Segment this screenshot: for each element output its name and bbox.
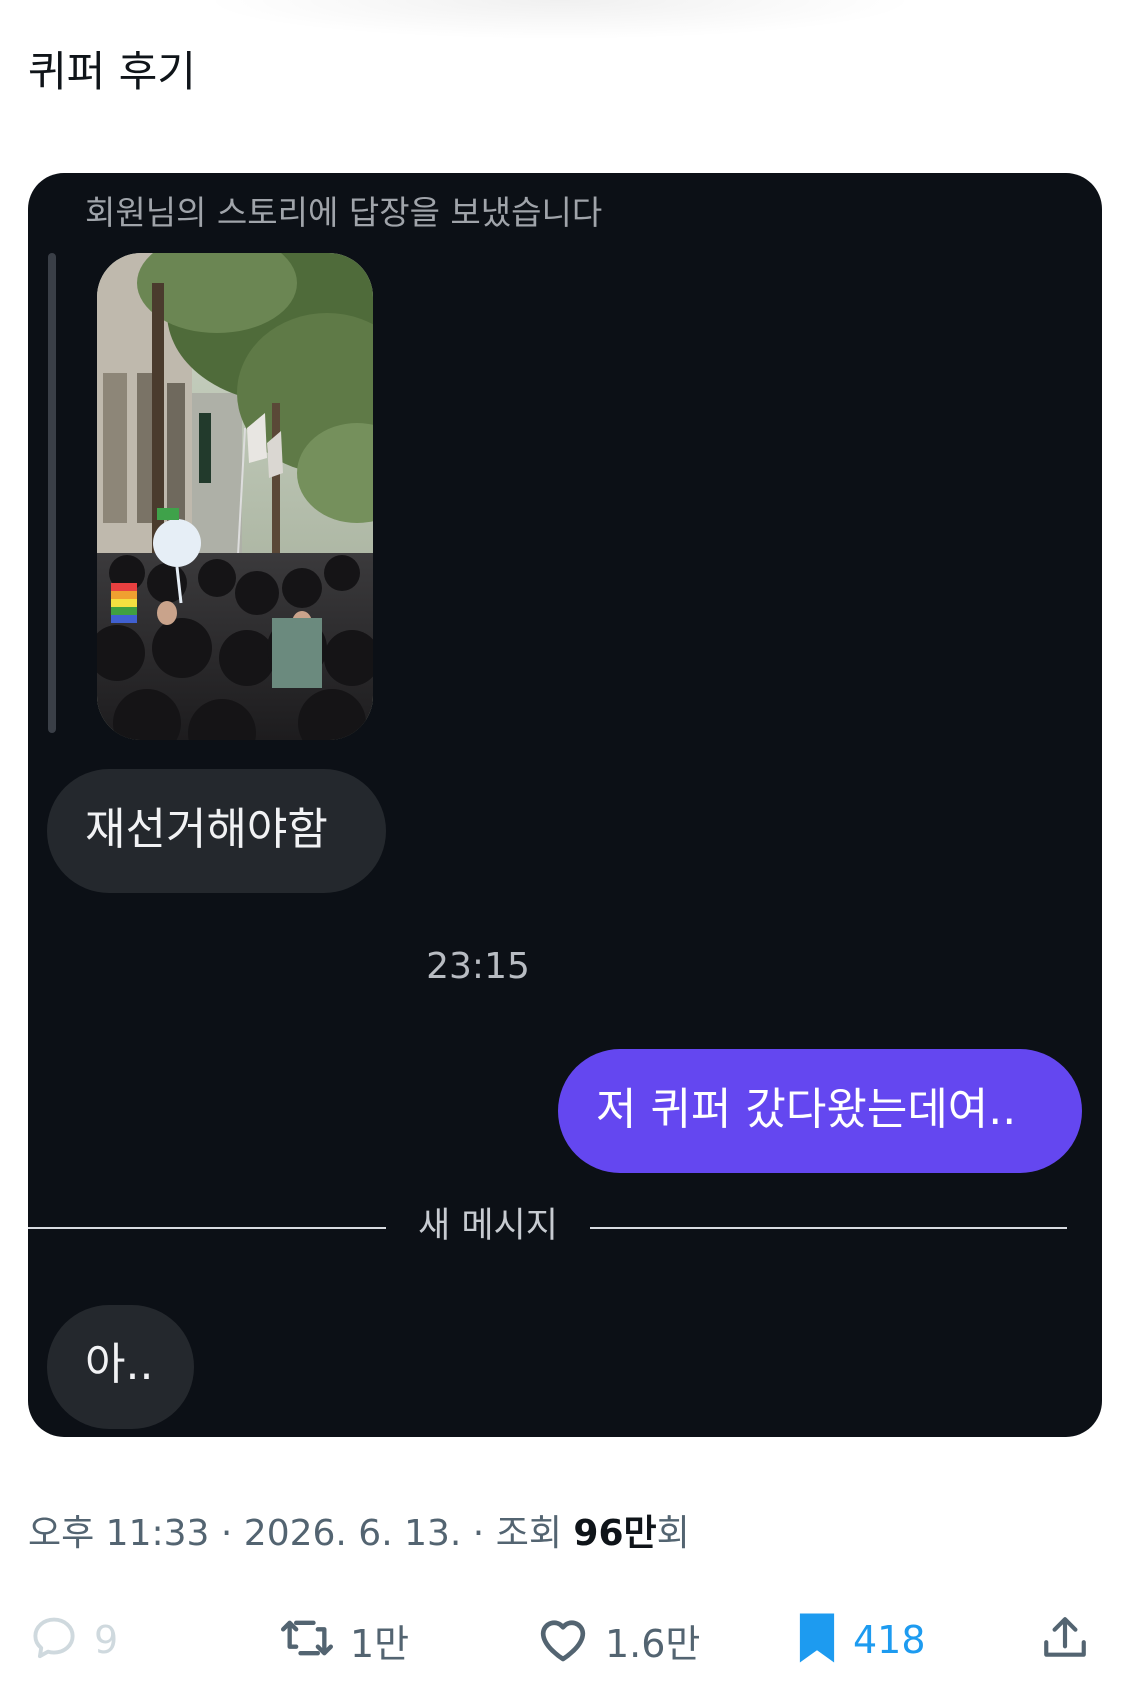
post-meta: 오후 11:33 · 2026. 6. 13. · 조회 96만회 [28, 1510, 690, 1558]
views-suffix: 회 [656, 1513, 690, 1554]
new-messages-divider-right [590, 1227, 1067, 1229]
incoming-message-bubble[interactable]: 재선거해야함 [47, 769, 386, 893]
message-timestamp: 23:15 [426, 946, 530, 987]
bookmark-icon [795, 1611, 839, 1669]
message-text: 재선거해야함 [85, 804, 328, 855]
dm-screenshot[interactable]: 회원님의 스토리에 답장을 보냈습니다 재선거해야함 23:15 저 퀴퍼 갔다… [28, 173, 1102, 1437]
post-text: 퀴퍼 후기 [28, 47, 196, 96]
bookmark-count: 418 [853, 1618, 926, 1662]
share-button[interactable] [1040, 1600, 1090, 1680]
action-bar: 9 1만 1.6만 418 [0, 1600, 1125, 1680]
outgoing-message-bubble[interactable]: 저 퀴퍼 갔다왔는데여.. [558, 1049, 1082, 1173]
incoming-message-bubble[interactable]: 아.. [47, 1305, 194, 1429]
retweet-count: 1만 [350, 1621, 410, 1666]
message-text: 아.. [85, 1339, 154, 1390]
views-count[interactable]: 96만 [573, 1513, 656, 1554]
new-messages-divider-left [28, 1227, 386, 1229]
like-button[interactable]: 1.6만 [535, 1600, 700, 1680]
meta-separator: · [472, 1513, 485, 1554]
reply-indicator-bar [48, 253, 56, 733]
top-shadow [200, 0, 920, 40]
reply-count: 9 [94, 1618, 119, 1662]
bookmark-button[interactable]: 418 [795, 1600, 926, 1680]
story-thumbnail[interactable] [97, 253, 373, 740]
message-text: 저 퀴퍼 갔다왔는데여.. [596, 1084, 1017, 1135]
views-label: 조회 [495, 1513, 562, 1554]
reply-icon [28, 1612, 80, 1668]
post-date[interactable]: 2026. 6. 13. [244, 1513, 462, 1554]
like-count: 1.6만 [605, 1621, 701, 1666]
new-messages-label: 새 메시지 [418, 1206, 558, 1246]
retweet-icon [278, 1612, 336, 1668]
reply-button[interactable]: 9 [28, 1600, 118, 1680]
share-icon [1040, 1612, 1090, 1668]
meta-separator: · [220, 1513, 233, 1554]
retweet-button[interactable]: 1만 [278, 1600, 409, 1680]
post-time[interactable]: 오후 11:33 [28, 1513, 209, 1554]
like-icon [535, 1612, 591, 1668]
story-reply-label: 회원님의 스토리에 답장을 보냈습니다 [85, 193, 603, 232]
